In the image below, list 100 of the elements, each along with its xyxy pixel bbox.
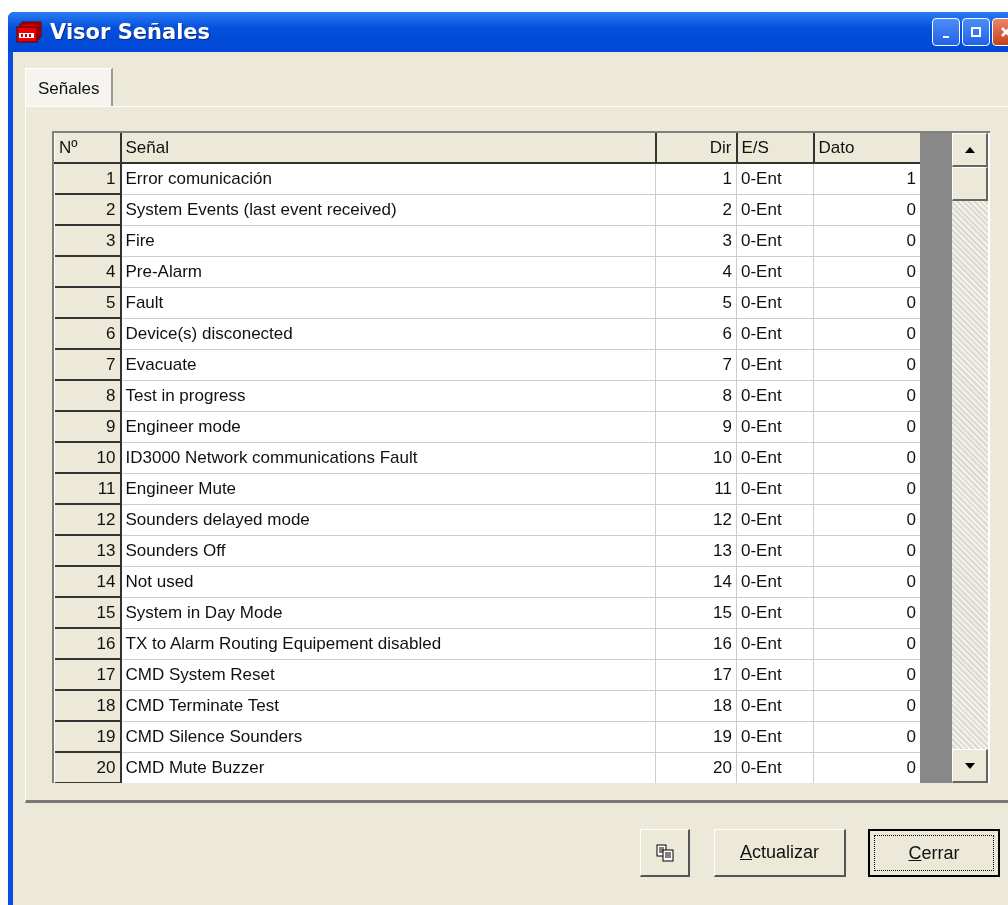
- table-cell: 0-Ent: [736, 721, 814, 752]
- row-number: 1: [54, 163, 121, 194]
- table-cell: 17: [655, 659, 737, 690]
- table-cell: ID3000 Network communications Fault: [120, 442, 656, 473]
- table-cell: 5: [655, 287, 737, 318]
- scroll-down-button[interactable]: [952, 749, 988, 783]
- table-cell: 0-Ent: [736, 659, 814, 690]
- table-cell: 0-Ent: [736, 256, 814, 287]
- table-cell: Sounders Off: [120, 535, 656, 566]
- table-cell: 0-Ent: [736, 628, 814, 659]
- row-number: 20: [54, 752, 121, 783]
- table-cell: 0-Ent: [736, 690, 814, 721]
- row-number: 2: [54, 194, 121, 225]
- row-number: 6: [54, 318, 121, 349]
- table-cell: Sounders delayed mode: [120, 504, 656, 535]
- copy-icon: [655, 843, 674, 862]
- table-cell: Fire: [120, 225, 656, 256]
- row-number: 11: [54, 473, 121, 504]
- copy-button[interactable]: [640, 829, 690, 877]
- row-number: 13: [54, 535, 121, 566]
- table-cell: 1: [655, 163, 737, 194]
- table-cell: 16: [655, 628, 737, 659]
- table-cell: 15: [655, 597, 737, 628]
- row-number: 8: [54, 380, 121, 411]
- table-cell: 0-Ent: [736, 566, 814, 597]
- table-cell: 6: [655, 318, 737, 349]
- table-cell: 0-Ent: [736, 535, 814, 566]
- action-button[interactable]: Actualizar: [714, 829, 846, 877]
- table-cell: CMD Terminate Test: [120, 690, 656, 721]
- row-number: 7: [54, 349, 121, 380]
- table-cell: 20: [655, 752, 737, 783]
- table-cell: CMD Silence Sounders: [120, 721, 656, 752]
- tab[interactable]: Señales: [25, 68, 114, 106]
- row-number: 15: [54, 597, 121, 628]
- table-cell: System Events (last event received): [120, 194, 656, 225]
- maximize-icon: [970, 26, 982, 38]
- row-number: 17: [54, 659, 121, 690]
- table-cell: 0-Ent: [736, 473, 814, 504]
- scroll-thumb[interactable]: [952, 167, 988, 201]
- table-cell: 18: [655, 690, 737, 721]
- table-cell: 0-Ent: [736, 504, 814, 535]
- row-number: 16: [54, 628, 121, 659]
- table-cell: 3: [655, 225, 737, 256]
- table-cell: 2: [655, 194, 737, 225]
- table-cell: 7: [655, 349, 737, 380]
- table-cell: 0-Ent: [736, 349, 814, 380]
- row-number: 18: [54, 690, 121, 721]
- table-cell: 4: [655, 256, 737, 287]
- window-title: Visor Señales: [50, 20, 212, 44]
- table-cell: 12: [655, 504, 737, 535]
- table-cell: 0-Ent: [736, 411, 814, 442]
- row-number: 12: [54, 504, 121, 535]
- maximize-button[interactable]: [962, 18, 990, 46]
- row-number: 4: [54, 256, 121, 287]
- table-cell: Engineer Mute: [120, 473, 656, 504]
- row-number: 19: [54, 721, 121, 752]
- table-cell: CMD Mute Buzzer: [120, 752, 656, 783]
- table-cell: 0-Ent: [736, 287, 814, 318]
- row-number: 14: [54, 566, 121, 597]
- row-number: 5: [54, 287, 121, 318]
- table-cell: 0-Ent: [736, 597, 814, 628]
- row-number: 9: [54, 411, 121, 442]
- table-cell: 0-Ent: [736, 225, 814, 256]
- table-cell: Evacuate: [120, 349, 656, 380]
- table-cell: 0-Ent: [736, 194, 814, 225]
- table-cell: 8: [655, 380, 737, 411]
- table-cell: TX to Alarm Routing Equipement disabled: [120, 628, 656, 659]
- down-arrow-icon: [964, 762, 975, 769]
- action-button[interactable]: Cerrar: [868, 829, 1000, 877]
- table-cell: Device(s) disconected: [120, 318, 656, 349]
- table-cell: 10: [655, 442, 737, 473]
- table-cell: 0-Ent: [736, 752, 814, 783]
- up-arrow-icon: [964, 146, 975, 153]
- table-cell: System in Day Mode: [120, 597, 656, 628]
- column-header[interactable]: Señal: [120, 133, 656, 163]
- column-header[interactable]: Nº: [54, 133, 121, 163]
- scrollbar[interactable]: [952, 133, 988, 783]
- table-cell: 9: [655, 411, 737, 442]
- column-header[interactable]: E/S: [736, 133, 814, 163]
- table-cell: Engineer mode: [120, 411, 656, 442]
- column-header[interactable]: Dir: [655, 133, 737, 163]
- table-cell: CMD System Reset: [120, 659, 656, 690]
- table-cell: Fault: [120, 287, 656, 318]
- table-cell: 14: [655, 566, 737, 597]
- minimize-button[interactable]: [932, 18, 960, 46]
- row-number: 3: [54, 225, 121, 256]
- table-cell: Pre-Alarm: [120, 256, 656, 287]
- table-cell: 19: [655, 721, 737, 752]
- table-cell: Error comunicación: [120, 163, 656, 194]
- table-cell: 0-Ent: [736, 163, 814, 194]
- scroll-up-button[interactable]: [952, 133, 988, 167]
- row-number: 10: [54, 442, 121, 473]
- table-cell: 0-Ent: [736, 318, 814, 349]
- minimize-icon: [943, 36, 949, 38]
- app-icon: [16, 21, 42, 43]
- table-cell: Not used: [120, 566, 656, 597]
- table-cell: 13: [655, 535, 737, 566]
- table-cell: 11: [655, 473, 737, 504]
- table-cell: 0-Ent: [736, 442, 814, 473]
- column-header[interactable]: Dato: [813, 133, 920, 163]
